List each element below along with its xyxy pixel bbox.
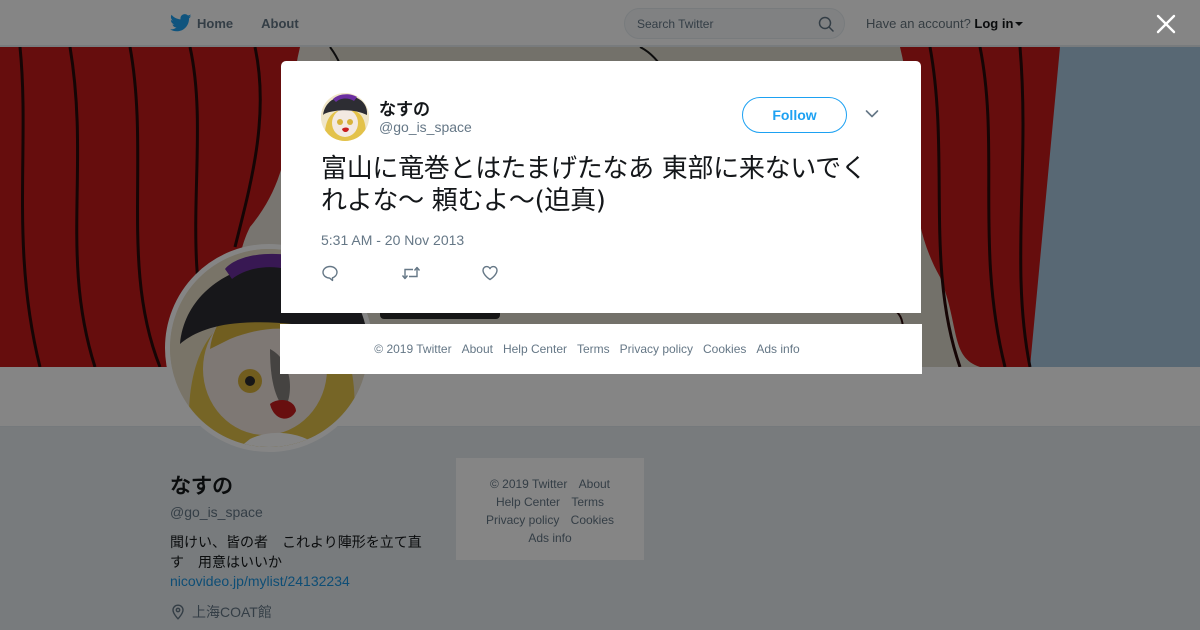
close-icon[interactable] — [1155, 13, 1177, 35]
like-button[interactable] — [481, 263, 561, 283]
chevron-down-icon[interactable] — [865, 109, 879, 119]
tweet-timestamp[interactable]: 5:31 AM - 20 Nov 2013 — [321, 232, 464, 248]
footer-copyright: © 2019 Twitter — [374, 342, 452, 356]
reply-icon — [322, 265, 338, 282]
footer-terms-link[interactable]: Terms — [577, 342, 610, 356]
tweet-author-name[interactable]: なすの — [379, 95, 430, 120]
footer-ads-link[interactable]: Ads info — [756, 342, 799, 356]
retweet-button[interactable] — [401, 263, 481, 283]
tweet-actions — [321, 263, 561, 283]
footer-cookies-link[interactable]: Cookies — [703, 342, 746, 356]
footer-about-link[interactable]: About — [462, 342, 493, 356]
retweet-icon — [401, 266, 421, 280]
footer-help-link[interactable]: Help Center — [503, 342, 567, 356]
tweet-text: 富山に竜巻とはたまげたなあ 東部に来ないでくれよな～ 頼むよ～(迫真) — [321, 154, 867, 216]
modal-footer: © 2019 Twitter About Help Center Terms P… — [280, 324, 922, 374]
follow-button[interactable]: Follow — [742, 97, 847, 133]
like-icon — [482, 265, 498, 281]
reply-button[interactable] — [321, 263, 401, 283]
footer-privacy-link[interactable]: Privacy policy — [620, 342, 693, 356]
tweet-author-avatar[interactable] — [321, 93, 369, 141]
tweet-modal: なすの @go_is_space Follow 富山に竜巻とはたまげたなあ 東部… — [281, 61, 921, 313]
tweet-author-handle[interactable]: @go_is_space — [379, 119, 472, 135]
